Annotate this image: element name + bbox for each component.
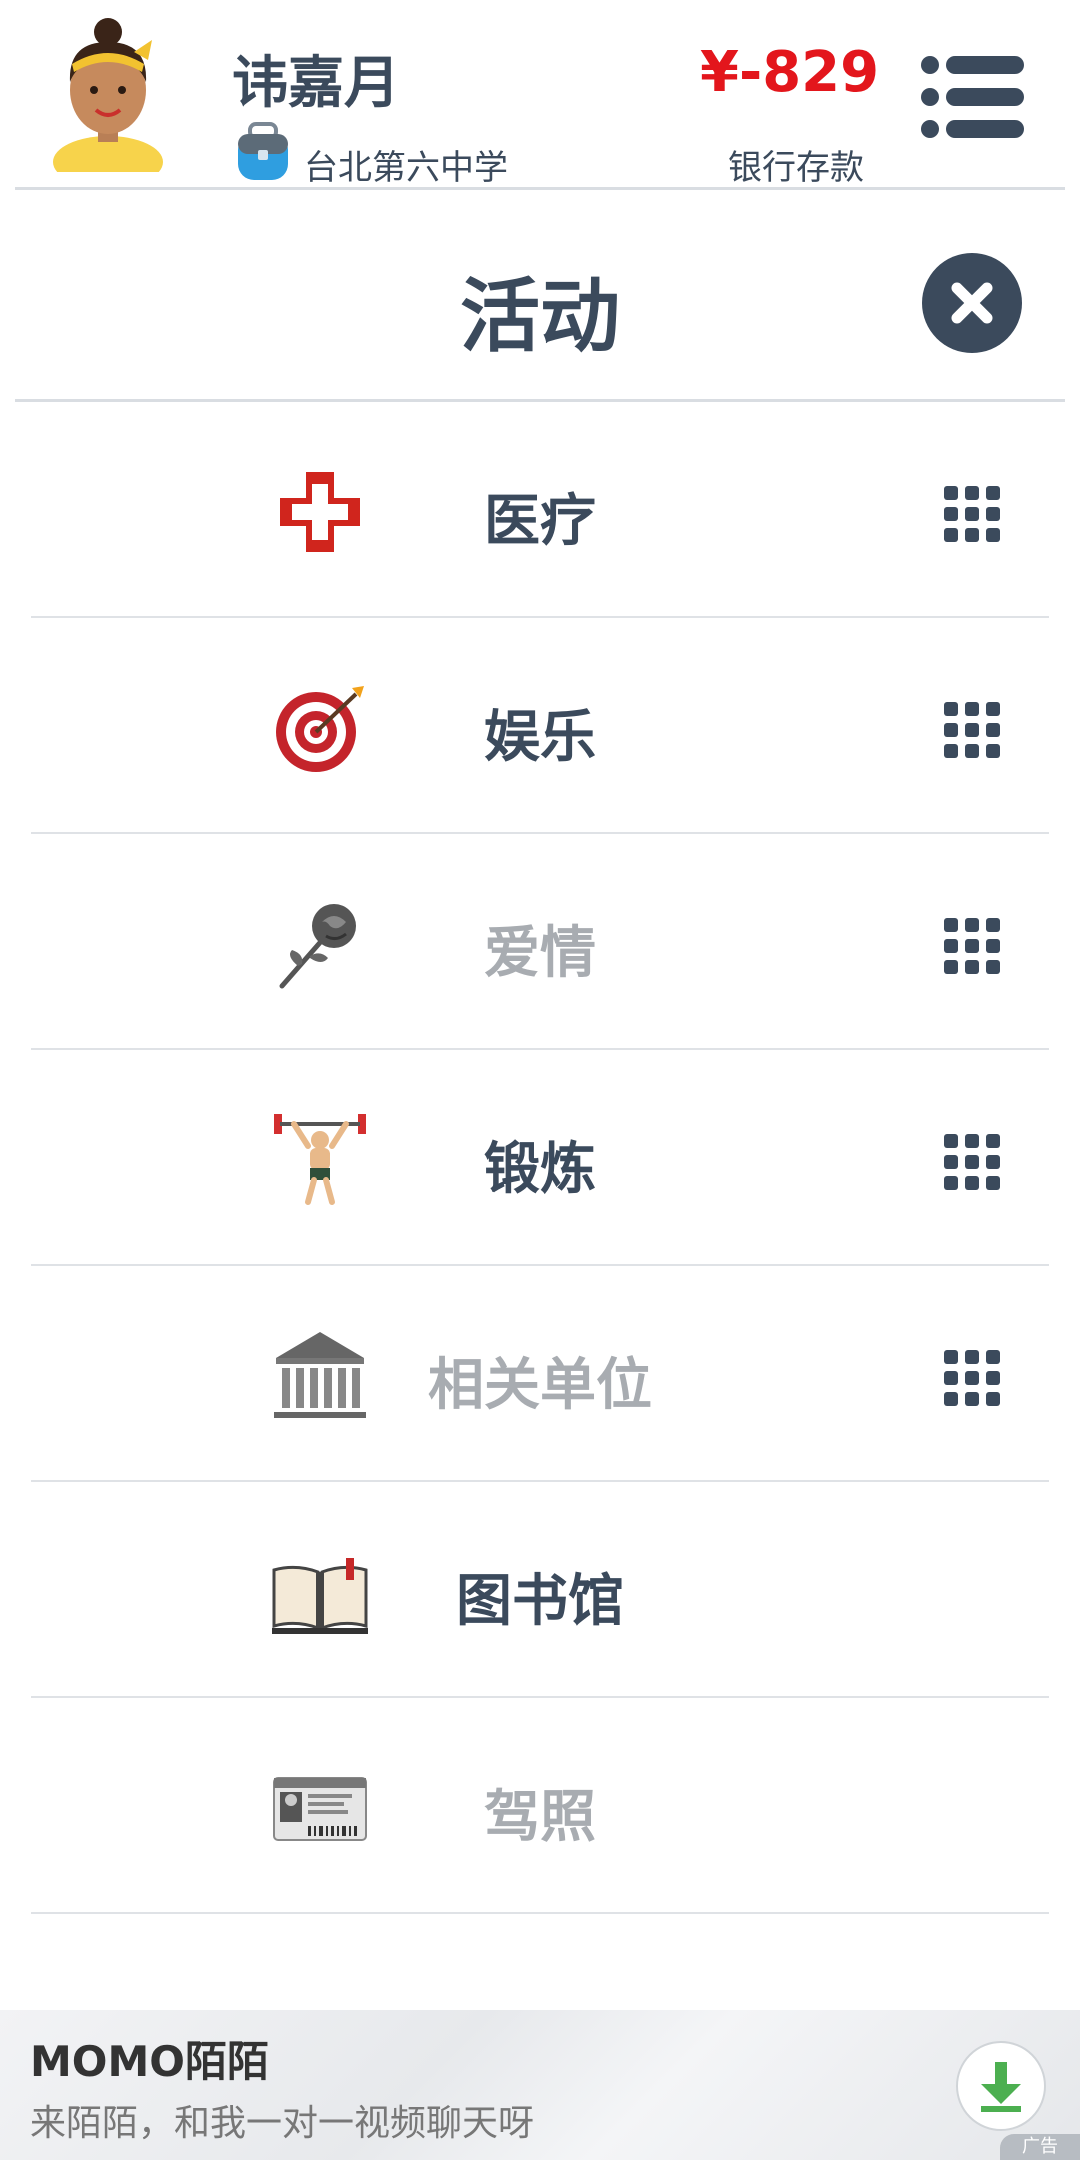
bank-balance: ¥-829	[700, 40, 880, 105]
title-bar: 活动	[0, 190, 1080, 402]
activity-label: 娱乐	[484, 705, 596, 770]
activity-list: 医疗 娱乐 爱情 锻炼 相关单位 图书馆 驾照	[0, 402, 1080, 1914]
activity-item-love[interactable]: 爱情	[0, 834, 1080, 1050]
activity-item-library[interactable]: 图书馆	[0, 1482, 1080, 1698]
activity-label: 锻炼	[484, 1137, 596, 1202]
activity-item-medical[interactable]: 医疗	[0, 402, 1080, 618]
activity-item-entertainment[interactable]: 娱乐	[0, 618, 1080, 834]
ad-description: 来陌陌，和我一对一视频聊天呀	[30, 2103, 535, 2144]
activity-label: 图书馆	[456, 1569, 624, 1634]
activity-item-exercise[interactable]: 锻炼	[0, 1050, 1080, 1266]
activity-item-driver-license[interactable]: 驾照	[0, 1698, 1080, 1914]
grid-icon[interactable]	[944, 486, 1000, 542]
school-bag-icon	[238, 122, 288, 180]
activity-label: 爱情	[484, 921, 596, 986]
grid-icon[interactable]	[944, 918, 1000, 974]
menu-list-icon[interactable]	[918, 52, 1026, 142]
bank-balance-label: 银行存款	[728, 148, 864, 188]
activity-label: 医疗	[484, 489, 596, 554]
ad-tag: 广告	[1000, 2134, 1080, 2160]
ad-banner[interactable]: MOMO陌陌 来陌陌，和我一对一视频聊天呀 广告	[0, 2010, 1080, 2160]
avatar[interactable]	[48, 12, 168, 172]
download-button[interactable]	[955, 2040, 1047, 2132]
profile-header: 讳嘉月 台北第六中学 ¥-829 银行存款	[0, 0, 1080, 190]
activity-item-institutions[interactable]: 相关单位	[0, 1266, 1080, 1482]
school-name: 台北第六中学	[304, 148, 508, 188]
activity-label: 驾照	[484, 1785, 596, 1850]
page-title: 活动	[460, 270, 620, 363]
user-name: 讳嘉月	[232, 51, 400, 116]
activity-label: 相关单位	[428, 1353, 652, 1418]
ad-title: MOMO陌陌	[30, 2037, 269, 2086]
grid-icon[interactable]	[944, 702, 1000, 758]
close-button[interactable]	[921, 252, 1023, 354]
row-divider	[31, 1912, 1049, 1914]
grid-icon[interactable]	[944, 1134, 1000, 1190]
grid-icon[interactable]	[944, 1350, 1000, 1406]
